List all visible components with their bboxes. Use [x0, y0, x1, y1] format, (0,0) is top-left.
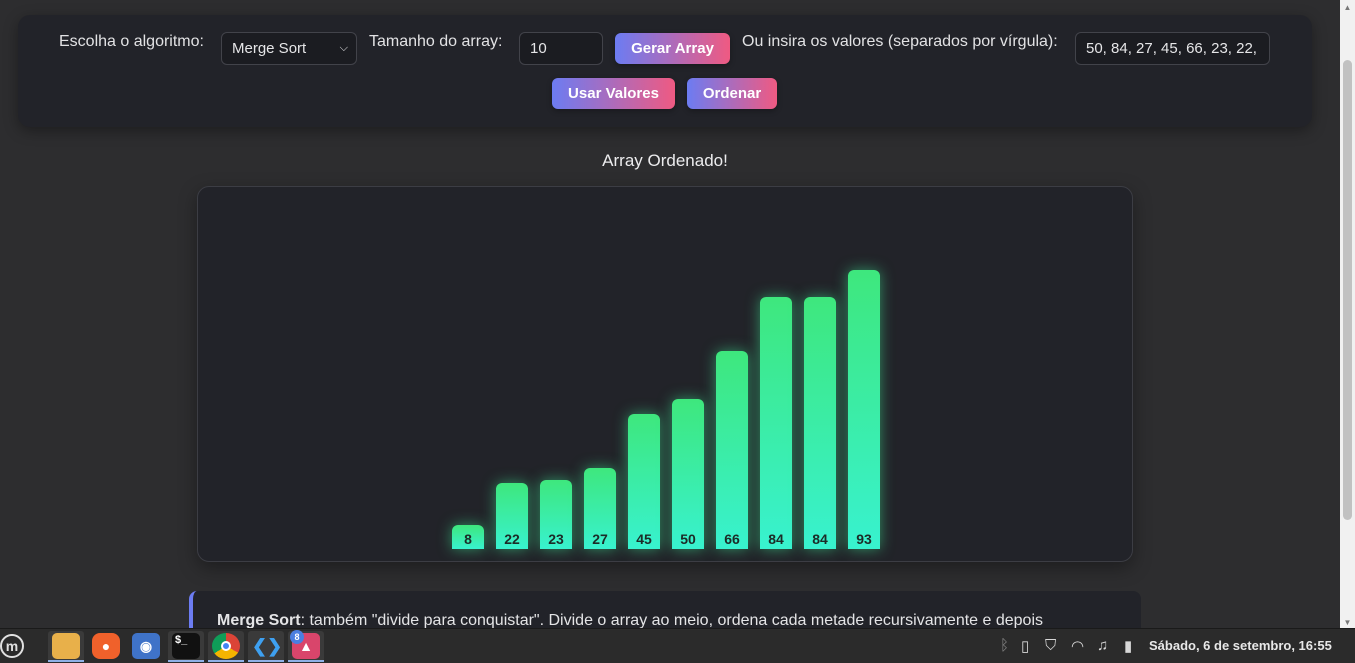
chrome-icon — [212, 633, 240, 659]
taskbar-camera[interactable]: ◉ — [128, 631, 164, 662]
notification-badge: 8 — [290, 630, 304, 644]
generate-array-button[interactable]: Gerar Array — [615, 33, 730, 64]
array-size-label: Tamanho do array: — [369, 33, 503, 50]
clock[interactable]: Sábado, 6 de setembro, 16:55 — [1149, 638, 1332, 653]
wifi-icon[interactable]: ◠ — [1071, 637, 1084, 655]
chart-bar: 50 — [672, 399, 704, 549]
bar-value-label: 84 — [812, 531, 828, 547]
bar-chart-container: 8 22 23 27 45 50 66 84 84 93 — [197, 186, 1133, 562]
algorithm-select[interactable]: Merge Sort ⌵ — [221, 32, 357, 65]
custom-values-input[interactable]: 50, 84, 27, 45, 66, 23, 22, — [1075, 32, 1270, 65]
chart-bar: 23 — [540, 480, 572, 549]
taskbar-terminal[interactable]: $_ — [168, 631, 204, 662]
bar-value-label: 93 — [856, 531, 872, 547]
taskbar-vscode[interactable]: ❮❯ — [248, 631, 284, 662]
scrollbar-thumb[interactable] — [1343, 60, 1352, 520]
chart-bar: 8 — [452, 525, 484, 549]
bar-value-label: 50 — [680, 531, 696, 547]
array-size-input[interactable]: 10 — [519, 32, 603, 65]
bar-value-label: 22 — [504, 531, 520, 547]
files-icon — [52, 633, 80, 659]
use-values-button[interactable]: Usar Valores — [552, 78, 675, 109]
bluetooth-icon[interactable]: ᛒ — [1000, 637, 1009, 654]
bar-value-label: 23 — [548, 531, 564, 547]
active-indicator — [48, 660, 84, 662]
firefox-icon: ● — [92, 633, 120, 659]
active-indicator — [288, 660, 324, 662]
chart-bar: 84 — [804, 297, 836, 549]
custom-values-label: Ou insira os valores (separados por vírg… — [742, 33, 1058, 50]
taskbar-menu-button[interactable]: m — [0, 631, 36, 662]
chart-bar: 22 — [496, 483, 528, 549]
scroll-up-arrow-icon[interactable]: ▲ — [1340, 0, 1355, 15]
bar-value-label: 66 — [724, 531, 740, 547]
taskbar: m ● ◉ $_ ❮❯ ▲ 8 ᛒ ▯ ⛉ ◠ ♫ ▮ Sábado, 6 de… — [0, 628, 1355, 663]
sort-button[interactable]: Ordenar — [687, 78, 777, 109]
page-scrollbar[interactable]: ▲ ▼ — [1340, 0, 1355, 630]
taskbar-chrome[interactable] — [208, 631, 244, 662]
controls-panel: Escolha o algoritmo: Merge Sort ⌵ Tamanh… — [18, 15, 1312, 127]
chart-bar: 66 — [716, 351, 748, 549]
taskbar-files[interactable] — [48, 631, 84, 662]
bar-value-label: 84 — [768, 531, 784, 547]
active-indicator — [248, 660, 284, 662]
status-text: Array Ordenado! — [602, 151, 728, 170]
chart-bar: 93 — [848, 270, 880, 549]
bar-value-label: 27 — [592, 531, 608, 547]
active-indicator — [208, 660, 244, 662]
taskbar-image-viewer[interactable]: ▲ 8 — [288, 630, 324, 662]
bar-value-label: 8 — [464, 531, 472, 547]
sound-icon[interactable]: ♫ — [1097, 637, 1108, 654]
terminal-icon: $_ — [172, 633, 200, 659]
algorithm-label: Escolha o algoritmo: — [59, 33, 204, 50]
chart-bar: 84 — [760, 297, 792, 549]
chart-bar: 45 — [628, 414, 660, 549]
algorithm-selected-value: Merge Sort — [232, 40, 307, 57]
clipboard-icon[interactable]: ▯ — [1021, 637, 1029, 655]
camera-icon: ◉ — [132, 633, 160, 659]
battery-icon[interactable]: ▮ — [1124, 637, 1132, 655]
chart-bar: 27 — [584, 468, 616, 549]
active-indicator — [168, 660, 204, 662]
chevron-down-icon: ⌵ — [339, 42, 348, 54]
bar-value-label: 45 — [636, 531, 652, 547]
taskbar-firefox[interactable]: ● — [88, 631, 124, 662]
bar-chart: 8 22 23 27 45 50 66 84 84 93 — [198, 187, 1132, 561]
algorithm-description-text: : também "divide para conquistar". Divid… — [300, 612, 1043, 629]
vscode-icon: ❮❯ — [252, 636, 283, 656]
shield-update-icon[interactable]: ⛉ — [1045, 637, 1056, 654]
algorithm-description-title: Merge Sort — [217, 612, 301, 629]
menu-icon: m — [0, 634, 24, 658]
